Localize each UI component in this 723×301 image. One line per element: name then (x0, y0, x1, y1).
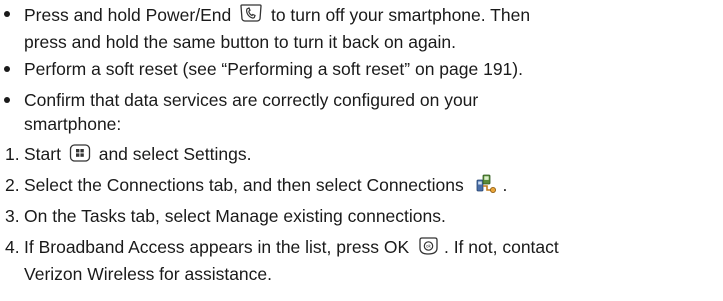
bullet-text-line2: press and hold the same button to turn i… (24, 32, 456, 52)
bullet-text: to turn off your smartphone. Then (270, 5, 531, 25)
bullet-line: Press and hold Power/End to turn off you… (24, 2, 714, 30)
step-text: On the Tasks tab, select Manage existing… (24, 206, 446, 226)
power-end-key-icon (239, 2, 263, 30)
step-text: Start (24, 144, 61, 164)
start-key-icon (69, 143, 91, 169)
step-number: 3. (5, 206, 20, 226)
step-number: 4. (5, 237, 20, 257)
step-item-start: 1. Start and select Settings. (0, 142, 719, 169)
step-text: . If not, contact (443, 237, 559, 257)
bullet-text-line2: smartphone: (24, 114, 122, 134)
bullet-item-soft-reset: Perform a soft reset (see “Performing a … (0, 57, 714, 81)
svg-text:ok: ok (426, 244, 431, 249)
step-text-line2: Verizon Wireless for assistance. (24, 264, 273, 284)
step-item-broadband-access: 4. If Broadband Access appears in the li… (0, 235, 719, 286)
bullet-item-power-cycle: Press and hold Power/End to turn off you… (0, 2, 714, 54)
step-text: and select Settings. (98, 144, 252, 164)
step-line: If Broadband Access appears in the list,… (24, 235, 719, 262)
connections-icon (475, 174, 497, 200)
step-text: Select the Connections tab, and then sel… (24, 175, 464, 195)
step-number: 2. (5, 175, 20, 195)
bullet-dot (4, 97, 10, 103)
bullet-dot (4, 66, 10, 72)
step-item-manage-connections: 3. On the Tasks tab, select Manage exist… (0, 204, 719, 228)
step-text: . (502, 175, 508, 195)
bullet-dot (4, 11, 10, 17)
step-item-connections: 2. Select the Connections tab, and then … (0, 173, 719, 200)
ok-key-icon: ok (417, 236, 439, 262)
step-number: 1. (5, 144, 20, 164)
step-text: If Broadband Access appears in the list,… (24, 237, 410, 257)
bullet-item-confirm-data: Confirm that data services are correctly… (0, 88, 714, 136)
bullet-text: Perform a soft reset (see “Performing a … (24, 59, 523, 79)
bullet-text: Press and hold Power/End (24, 5, 232, 25)
bullet-text: Confirm that data services are correctly… (24, 90, 479, 110)
